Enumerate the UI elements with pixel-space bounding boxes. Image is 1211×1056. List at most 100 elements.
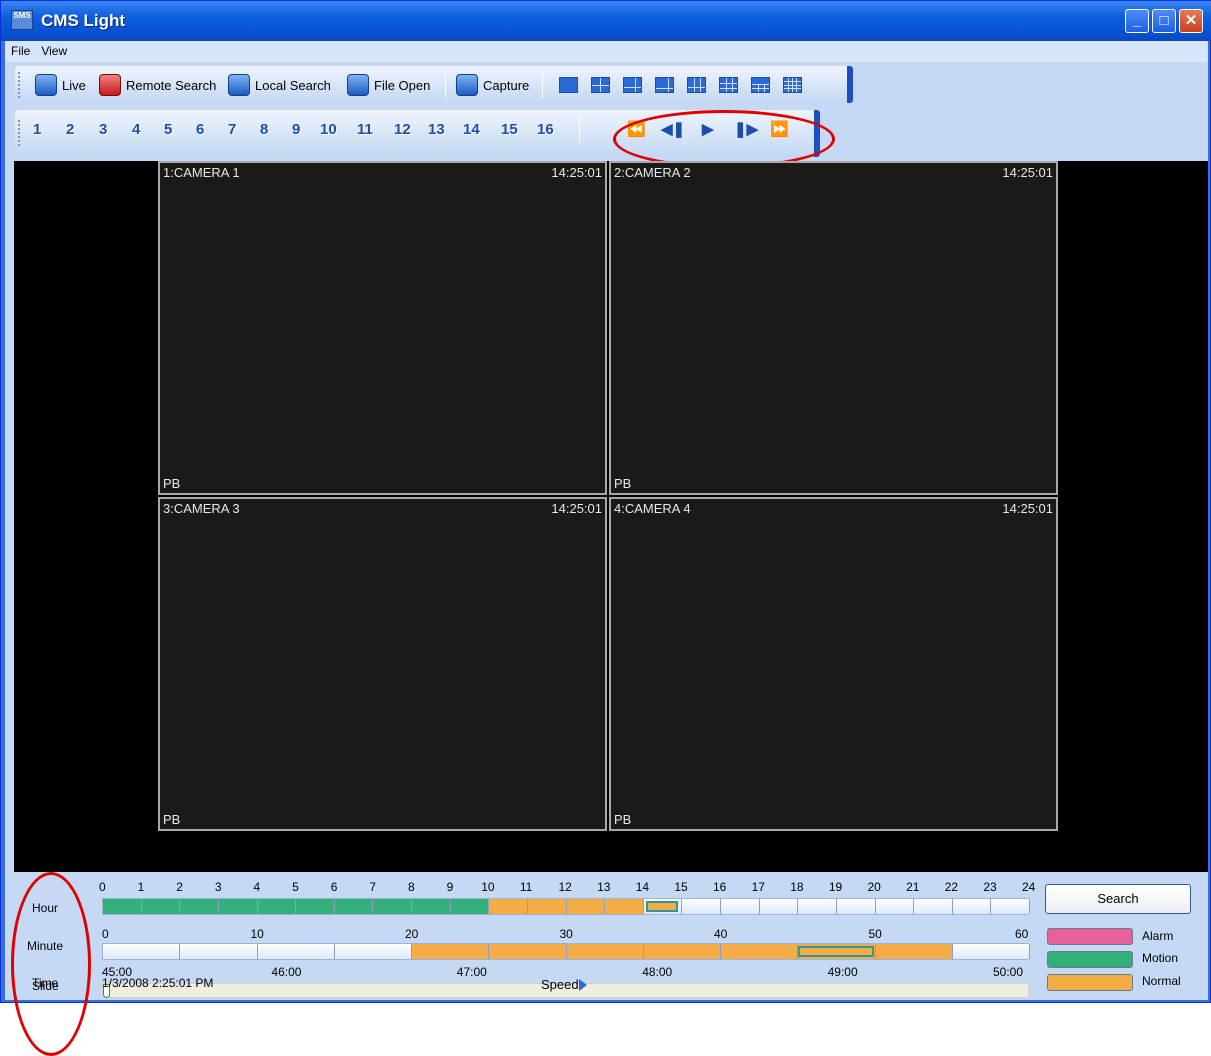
hour-timeline[interactable] <box>102 898 1030 915</box>
hour-segment[interactable] <box>952 899 992 914</box>
legend-normal-swatch <box>1047 974 1133 991</box>
minute-segment[interactable] <box>103 944 181 959</box>
speed-label: Speed <box>541 977 579 992</box>
legend-motion-label: Motion <box>1142 951 1179 965</box>
layout-16-icon[interactable] <box>783 77 802 93</box>
hour-tick: 13 <box>597 880 611 894</box>
minute-timeline[interactable] <box>102 943 1030 960</box>
minute-tick: 20 <box>405 927 419 941</box>
minute-tick: 10 <box>250 927 264 941</box>
hour-segment[interactable] <box>412 899 451 914</box>
hour-segment[interactable] <box>914 899 953 914</box>
hour-segment[interactable] <box>334 899 374 914</box>
toolbar-grip[interactable] <box>18 120 21 146</box>
minute-segment[interactable] <box>180 944 258 959</box>
hour-segment[interactable] <box>257 899 297 914</box>
minute-segment[interactable] <box>489 944 567 959</box>
channel-10-button[interactable]: 10 <box>320 121 337 138</box>
hour-segment[interactable] <box>141 899 181 914</box>
camera-view-2[interactable]: 2:CAMERA 2 14:25:01 PB <box>609 161 1058 495</box>
hour-segment[interactable] <box>103 899 142 914</box>
channel-1-button[interactable]: 1 <box>33 121 41 138</box>
speed-play-icon[interactable] <box>579 979 587 991</box>
camera-view-4[interactable]: 4:CAMERA 4 14:25:01 PB <box>609 497 1058 831</box>
capture-button[interactable]: Capture <box>456 72 529 98</box>
channel-8-button[interactable]: 8 <box>260 121 268 138</box>
channel-14-button[interactable]: 14 <box>463 121 480 138</box>
camera-view-3[interactable]: 3:CAMERA 3 14:25:01 PB <box>158 497 607 831</box>
channel-9-button[interactable]: 9 <box>292 121 300 138</box>
channel-7-button[interactable]: 7 <box>228 121 236 138</box>
channel-4-button[interactable]: 4 <box>132 121 140 138</box>
hour-segment[interactable] <box>373 899 412 914</box>
hour-segment[interactable] <box>605 899 644 914</box>
hour-segment[interactable] <box>759 899 799 914</box>
minute-segment[interactable] <box>257 944 335 959</box>
channel-11-button[interactable]: 11 <box>357 121 373 138</box>
maximize-button[interactable]: □ <box>1152 9 1176 33</box>
minute-segment[interactable] <box>643 944 721 959</box>
hour-segment[interactable] <box>875 899 915 914</box>
close-button[interactable]: ✕ <box>1179 9 1203 33</box>
file-open-label: File Open <box>374 77 431 93</box>
layout-4-icon[interactable] <box>591 77 610 93</box>
hour-tick: 15 <box>674 880 688 894</box>
camera-time: 14:25:01 <box>1002 165 1053 180</box>
time-value: 1/3/2008 2:25:01 PM <box>102 976 214 990</box>
local-search-button[interactable]: Local Search <box>228 72 331 98</box>
layout-1-icon[interactable] <box>559 77 578 93</box>
annotation-circle <box>11 872 91 1056</box>
hour-segment[interactable] <box>798 899 837 914</box>
hour-segment[interactable] <box>991 899 1030 914</box>
layout-10-icon[interactable] <box>719 77 738 93</box>
live-button[interactable]: Live <box>35 72 86 98</box>
camera-view-1[interactable]: 1:CAMERA 1 14:25:01 PB <box>158 161 607 495</box>
hour-tick: 2 <box>176 880 183 894</box>
minute-segment[interactable] <box>952 944 1030 959</box>
hour-segment[interactable] <box>527 899 567 914</box>
hour-tick: 8 <box>408 880 415 894</box>
camera-name: 1:CAMERA 1 <box>163 165 240 180</box>
channel-16-button[interactable]: 16 <box>537 121 554 138</box>
hour-segment[interactable] <box>721 899 760 914</box>
annotation-circle <box>613 110 835 168</box>
search-button[interactable]: Search <box>1045 884 1191 914</box>
hour-segment[interactable] <box>489 899 528 914</box>
menu-file[interactable]: File <box>5 41 35 58</box>
layout-13-icon[interactable] <box>751 77 770 93</box>
hour-segment[interactable] <box>180 899 219 914</box>
remote-search-button[interactable]: Remote Search <box>99 72 216 98</box>
file-open-button[interactable]: File Open <box>347 72 430 98</box>
toolbar-grip[interactable] <box>18 72 21 98</box>
minute-segment[interactable] <box>412 944 490 959</box>
minute-segment[interactable] <box>334 944 412 959</box>
minimize-button[interactable]: _ <box>1125 9 1149 33</box>
camera-mode: PB <box>614 812 632 827</box>
menu-view[interactable]: View <box>35 41 72 58</box>
channel-15-button[interactable]: 15 <box>501 121 518 138</box>
title-bar[interactable]: SMS CMS Light _ □ ✕ <box>1 1 1211 41</box>
live-icon <box>35 74 57 96</box>
layout-8-icon[interactable] <box>655 77 674 93</box>
hour-segment[interactable] <box>836 899 876 914</box>
hour-segment[interactable] <box>566 899 606 914</box>
hour-segment[interactable] <box>450 899 490 914</box>
hour-tick: 14 <box>635 880 650 894</box>
slide-tick: 49:00 <box>827 965 858 979</box>
hour-tick: 16 <box>713 880 727 894</box>
channel-12-button[interactable]: 12 <box>394 121 411 138</box>
layout-9-icon[interactable] <box>687 77 706 93</box>
hour-segment[interactable] <box>296 899 335 914</box>
minute-segment[interactable] <box>566 944 644 959</box>
hour-segment[interactable] <box>682 899 721 914</box>
channel-6-button[interactable]: 6 <box>196 121 204 138</box>
layout-6-icon[interactable] <box>623 77 642 93</box>
channel-3-button[interactable]: 3 <box>99 121 107 138</box>
hour-tick: 22 <box>944 880 959 894</box>
channel-5-button[interactable]: 5 <box>164 121 172 138</box>
minute-segment[interactable] <box>721 944 799 959</box>
hour-segment[interactable] <box>218 899 258 914</box>
minute-segment[interactable] <box>875 944 953 959</box>
channel-13-button[interactable]: 13 <box>428 121 445 138</box>
channel-2-button[interactable]: 2 <box>66 121 74 138</box>
